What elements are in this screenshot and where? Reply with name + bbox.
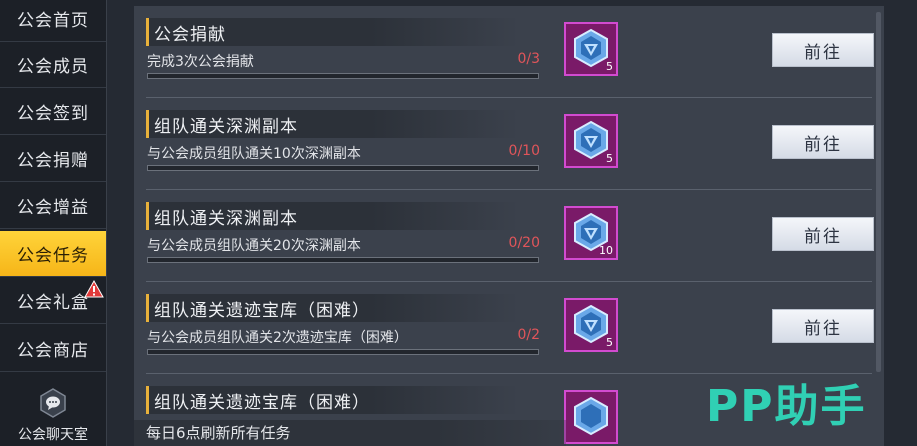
guild-badge-icon xyxy=(574,396,608,436)
task-progress-count: 0/2 xyxy=(517,327,540,343)
sidebar-item-label: 公会任务 xyxy=(17,246,89,266)
chat-bubble-icon xyxy=(40,388,66,418)
sidebar-item-label: 公会增益 xyxy=(17,198,89,218)
task-row: 组队通关深渊副本 与公会成员组队通关20次深渊副本 0/20 10 前往 xyxy=(134,190,884,282)
sidebar-item-guild-buff[interactable]: 公会增益 xyxy=(0,183,106,229)
task-progress-count: 0/3 xyxy=(517,51,540,67)
sidebar-item-guild-donate[interactable]: 公会捐赠 xyxy=(0,136,106,182)
task-row: 公会捐献 完成3次公会捐献 0/3 5 前往 xyxy=(134,6,884,98)
warning-icon xyxy=(84,280,104,298)
task-title: 组队通关遗迹宝库（困难） xyxy=(154,393,370,413)
sidebar-item-guild-chat[interactable]: 公会聊天室 xyxy=(0,374,106,446)
reward-item[interactable]: 5 xyxy=(564,114,618,168)
task-progress-bar xyxy=(147,165,539,171)
task-progress-bar xyxy=(147,257,539,263)
reward-quantity: 10 xyxy=(599,244,613,257)
go-button[interactable]: 前往 xyxy=(772,309,874,343)
pp-assistant-watermark: PP助手 xyxy=(706,381,867,432)
task-title: 组队通关遗迹宝库（困难） xyxy=(154,301,370,321)
reward-item[interactable]: 10 xyxy=(564,206,618,260)
reward-item[interactable]: 5 xyxy=(564,22,618,76)
reward-item[interactable]: 5 xyxy=(564,298,618,352)
sidebar-item-label: 公会捐赠 xyxy=(17,151,89,171)
task-title: 组队通关深渊副本 xyxy=(154,209,298,229)
sidebar-item-guild-tasks[interactable]: 公会任务 xyxy=(0,231,106,277)
guild-sidebar: 公会首页 公会成员 公会签到 公会捐赠 公会增益 公会任务 公会礼盒 公会商店 … xyxy=(0,0,107,446)
task-progress-count: 0/10 xyxy=(508,143,540,159)
task-description: 与公会成员组队通关10次深渊副本 xyxy=(147,146,361,162)
task-row: 组队通关深渊副本 与公会成员组队通关10次深渊副本 0/10 5 前往 xyxy=(134,98,884,190)
sidebar-item-label: 公会商店 xyxy=(17,341,89,361)
task-description: 与公会成员组队通关20次深渊副本 xyxy=(147,238,361,254)
task-title: 公会捐献 xyxy=(154,25,226,45)
reward-item[interactable] xyxy=(564,390,618,444)
sidebar-item-guild-signin[interactable]: 公会签到 xyxy=(0,89,106,135)
task-description: 完成3次公会捐献 xyxy=(147,54,254,70)
reward-quantity: 5 xyxy=(606,152,613,165)
go-button[interactable]: 前往 xyxy=(772,33,874,67)
task-progress-bar xyxy=(147,349,539,355)
sidebar-item-label: 公会签到 xyxy=(17,104,89,124)
task-title: 组队通关深渊副本 xyxy=(154,117,298,137)
reward-quantity: 5 xyxy=(606,60,613,73)
sidebar-item-guild-shop[interactable]: 公会商店 xyxy=(0,326,106,372)
task-progress-bar xyxy=(147,73,539,79)
sidebar-item-label: 公会首页 xyxy=(17,11,89,31)
sidebar-item-label: 公会成员 xyxy=(17,57,89,77)
reward-quantity: 5 xyxy=(606,336,613,349)
sidebar-item-guild-home[interactable]: 公会首页 xyxy=(0,0,106,42)
refresh-notice: 每日6点刷新所有任务 xyxy=(134,420,566,446)
sidebar-item-label: 公会聊天室 xyxy=(18,427,88,443)
sidebar-item-guild-gift-box[interactable]: 公会礼盒 xyxy=(0,278,106,324)
task-progress-count: 0/20 xyxy=(508,235,540,251)
task-description: 与公会成员组队通关2次遗迹宝库（困难） xyxy=(147,330,408,346)
go-button[interactable]: 前往 xyxy=(772,125,874,159)
task-list-scrollbar[interactable] xyxy=(876,12,881,372)
go-button[interactable]: 前往 xyxy=(772,217,874,251)
task-row: 组队通关遗迹宝库（困难） 与公会成员组队通关2次遗迹宝库（困难） 0/2 5 前… xyxy=(134,282,884,374)
sidebar-item-label: 公会礼盒 xyxy=(17,293,89,313)
sidebar-item-guild-members[interactable]: 公会成员 xyxy=(0,42,106,88)
